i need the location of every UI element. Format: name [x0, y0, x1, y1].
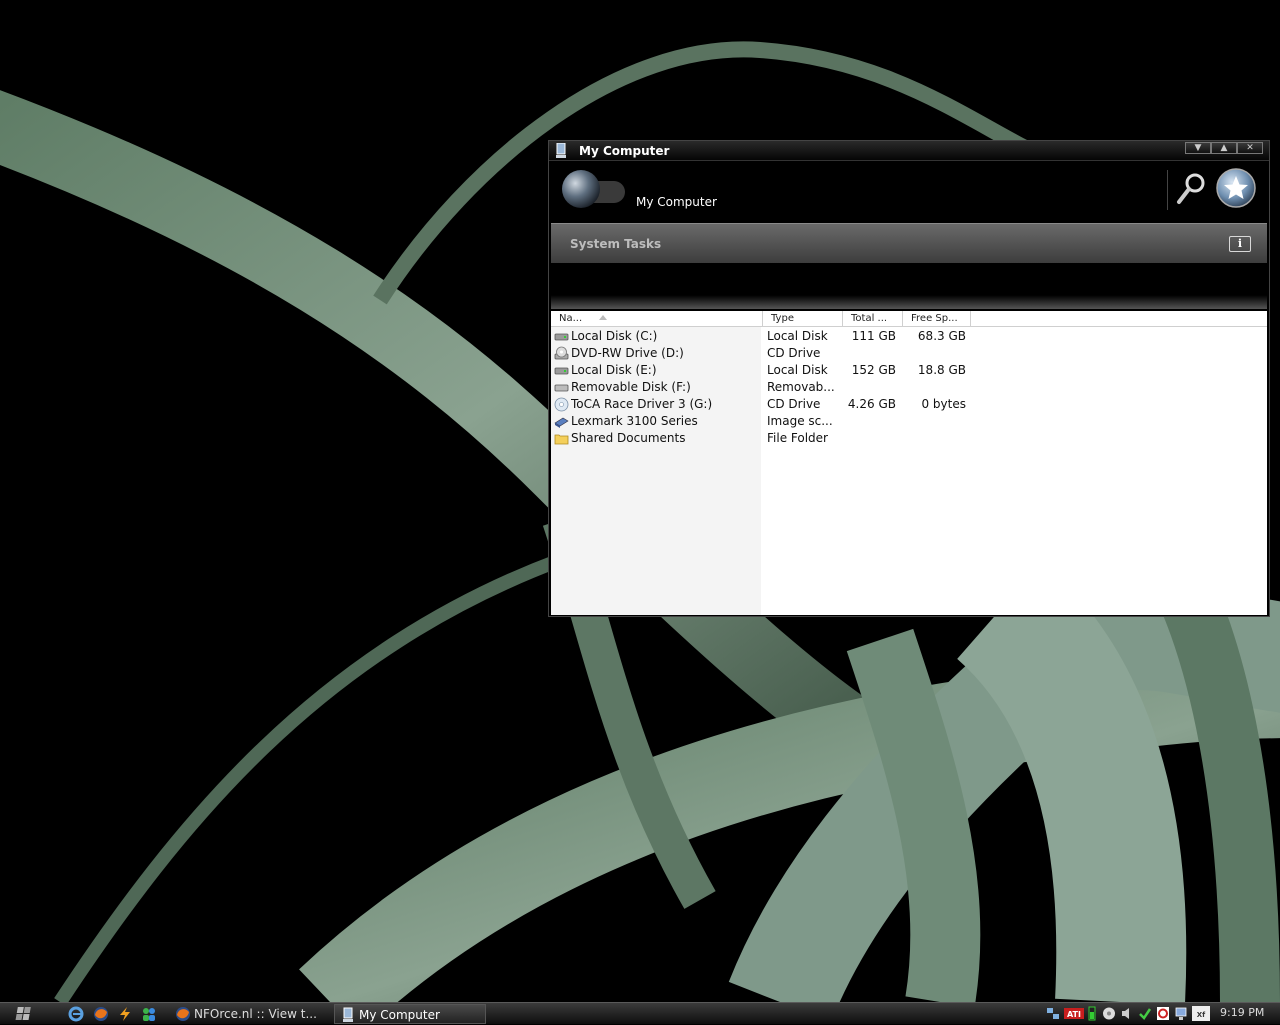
- item-total-size: [843, 345, 896, 362]
- list-header: Na... Type Total ... Free Sp...: [551, 311, 1267, 327]
- item-total-size: [843, 430, 896, 447]
- hard-disk-icon: [554, 333, 569, 341]
- list-item[interactable]: DVD-RW Drive (D:) CD Drive: [551, 345, 1267, 362]
- column-header-name-label: Na...: [559, 313, 583, 324]
- system-tasks-bar[interactable]: System Tasks i: [551, 223, 1267, 263]
- item-free-space: [903, 430, 966, 447]
- list-item[interactable]: Local Disk (C:) Local Disk 111 GB 68.3 GB: [551, 328, 1267, 345]
- column-header-type[interactable]: Type: [763, 311, 843, 327]
- item-free-space: [903, 345, 966, 362]
- list-item[interactable]: Lexmark 3100 Series Image sc...: [551, 413, 1267, 430]
- item-name: ToCA Race Driver 3 (G:): [571, 397, 713, 411]
- speaker-icon[interactable]: [1120, 1006, 1134, 1021]
- sort-ascending-icon: [599, 315, 607, 320]
- start-button-icon[interactable]: [8, 1006, 36, 1022]
- item-name: Local Disk (C:): [571, 329, 658, 343]
- header-divider: [1167, 170, 1168, 210]
- taskbar-button-label: My Computer: [359, 1008, 440, 1022]
- column-header-name[interactable]: Na...: [551, 311, 763, 327]
- folder-icon: [554, 434, 569, 445]
- item-type: Image sc...: [767, 414, 833, 428]
- item-type: Removab...: [767, 380, 835, 394]
- list-item[interactable]: Local Disk (E:) Local Disk 152 GB 18.8 GB: [551, 362, 1267, 379]
- taskbar-button-browser[interactable]: NFOrce.nl :: View t...: [170, 1004, 330, 1024]
- firefox-icon[interactable]: [93, 1006, 109, 1022]
- item-type: File Folder: [767, 431, 828, 445]
- hard-disk-icon: [554, 367, 569, 375]
- column-header-total[interactable]: Total ...: [843, 311, 903, 327]
- item-total-size: 152 GB: [851, 363, 896, 377]
- close-button[interactable]: ✕: [1237, 142, 1263, 154]
- disc-icon[interactable]: [1102, 1006, 1116, 1021]
- window-title: My Computer: [579, 144, 670, 158]
- item-free-space: [903, 379, 966, 396]
- item-type: Local Disk: [767, 329, 828, 343]
- window-controls: ▼ ▲ ✕: [1185, 142, 1263, 154]
- my-computer-window[interactable]: My Computer ▼ ▲ ✕ My Computer System Tas…: [548, 140, 1270, 617]
- column-header-free[interactable]: Free Sp...: [903, 311, 971, 327]
- favorites-star-icon[interactable]: [1215, 167, 1257, 209]
- scanner-icon: [554, 417, 569, 428]
- network-activity-icon[interactable]: [1174, 1006, 1188, 1021]
- taskbar-button-label: NFOrce.nl :: View t...: [194, 1007, 317, 1021]
- item-free-space: 0 bytes: [921, 397, 966, 411]
- item-name: Removable Disk (F:): [571, 380, 691, 394]
- messenger-icon[interactable]: [141, 1006, 157, 1022]
- drive-list[interactable]: Na... Type Total ... Free Sp... Local Di…: [551, 311, 1267, 615]
- firefox-icon: [176, 1007, 190, 1021]
- system-tasks-panel: [551, 263, 1267, 309]
- ie-icon[interactable]: [68, 1006, 84, 1022]
- antivirus-icon[interactable]: [1156, 1006, 1170, 1021]
- svg-text:Xf: Xf: [1197, 1011, 1206, 1019]
- removable-disk-icon: [554, 384, 569, 392]
- list-item[interactable]: ToCA Race Driver 3 (G:) CD Drive 4.26 GB 0 …: [551, 396, 1267, 413]
- item-name: Local Disk (E:): [571, 363, 657, 377]
- ati-icon[interactable]: ATI: [1064, 1006, 1084, 1021]
- list-item[interactable]: Shared Documents File Folder: [551, 430, 1267, 447]
- item-free-space: 68.3 GB: [917, 329, 966, 343]
- volume-meter-icon[interactable]: [1088, 1006, 1096, 1021]
- my-computer-icon: [556, 143, 566, 158]
- header-title: My Computer: [636, 195, 717, 209]
- item-type: CD Drive: [767, 397, 821, 411]
- item-type: Local Disk: [767, 363, 828, 377]
- title-bar[interactable]: My Computer ▼ ▲ ✕: [549, 141, 1269, 161]
- item-name: Shared Documents: [571, 431, 686, 445]
- search-icon[interactable]: [1175, 172, 1207, 206]
- item-name: DVD-RW Drive (D:): [571, 346, 684, 360]
- my-computer-icon: [343, 1007, 353, 1022]
- item-type: CD Drive: [767, 346, 821, 360]
- item-free-space: [903, 413, 966, 430]
- clock[interactable]: 9:19 PM: [1220, 1006, 1264, 1019]
- cd-disc-icon: [554, 397, 569, 412]
- minimize-button[interactable]: ▼: [1185, 142, 1211, 154]
- taskbar-button-my-computer[interactable]: My Computer: [334, 1004, 486, 1024]
- item-name: Lexmark 3100 Series: [571, 414, 698, 428]
- list-item[interactable]: Removable Disk (F:) Removab...: [551, 379, 1267, 396]
- window-header: My Computer: [549, 162, 1269, 220]
- dvd-drive-icon: [554, 346, 569, 360]
- network-icon[interactable]: [1046, 1006, 1060, 1021]
- xfire-icon[interactable]: Xf: [1192, 1006, 1210, 1021]
- item-free-space: 18.8 GB: [917, 363, 966, 377]
- system-tasks-title[interactable]: System Tasks: [570, 237, 661, 251]
- svg-text:ATI: ATI: [1067, 1010, 1081, 1019]
- item-total-size: 111 GB: [851, 329, 896, 343]
- taskbar: NFOrce.nl :: View t... My Computer ATI X…: [0, 1002, 1280, 1024]
- security-icon[interactable]: [1138, 1006, 1152, 1021]
- item-total-size: [843, 413, 896, 430]
- maximize-button[interactable]: ▲: [1211, 142, 1237, 154]
- globe-orb-icon: [562, 170, 625, 208]
- item-total-size: 4.26 GB: [847, 397, 896, 411]
- info-icon[interactable]: i: [1229, 236, 1251, 252]
- winamp-icon[interactable]: [117, 1006, 133, 1022]
- item-total-size: [843, 379, 896, 396]
